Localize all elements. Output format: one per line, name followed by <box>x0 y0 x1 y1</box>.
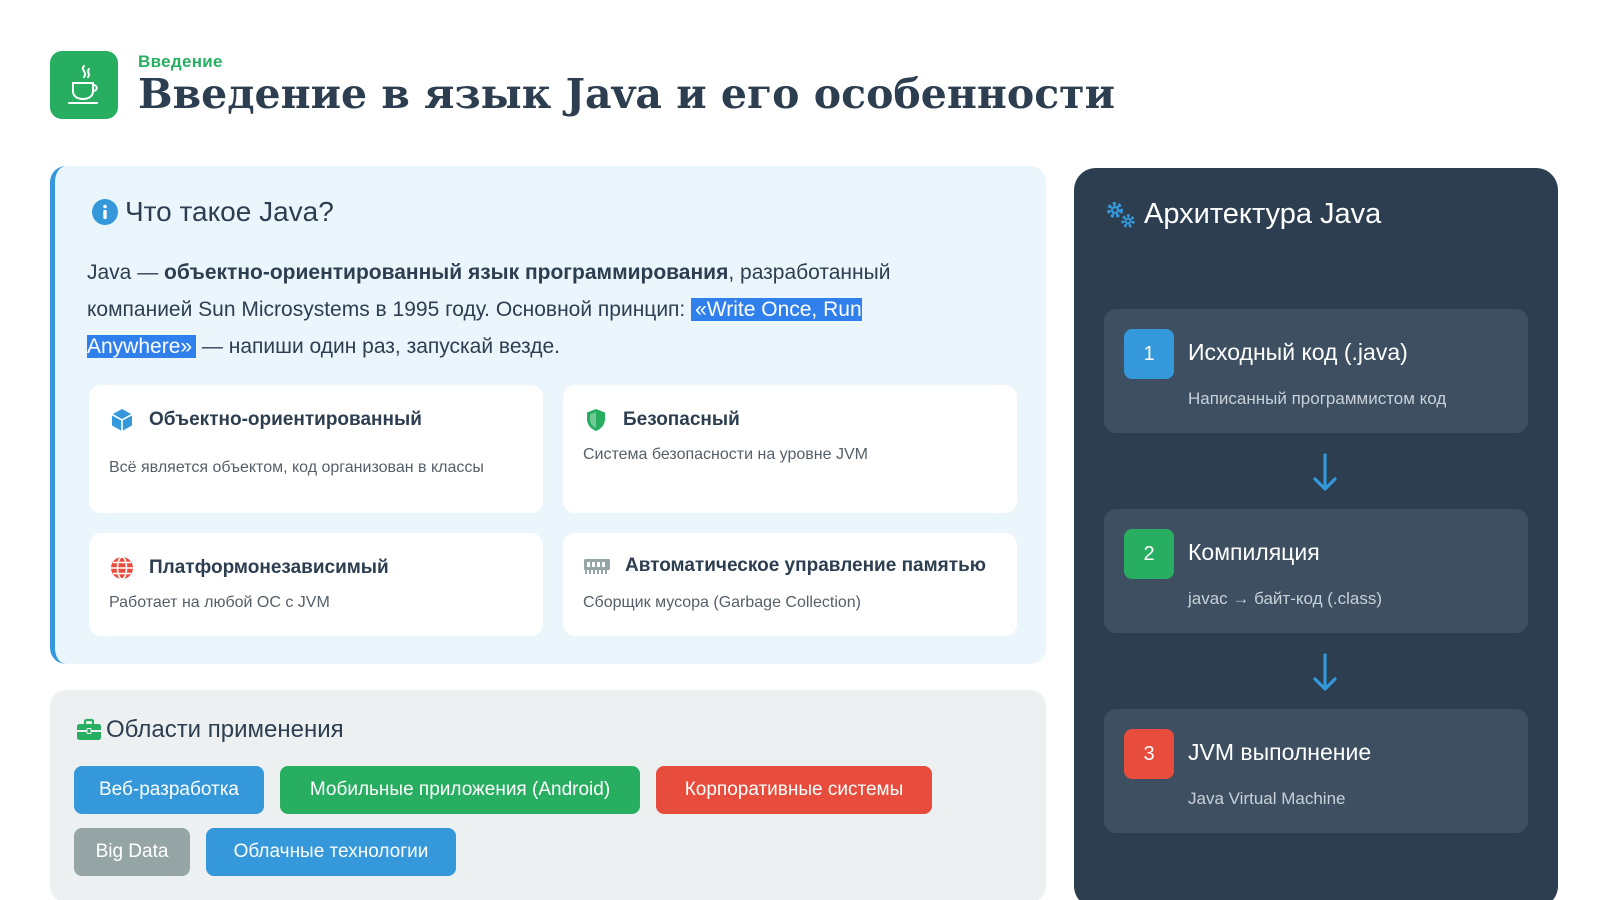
feature-card-platform: Платформонезависимый Работает на любой О… <box>89 533 543 636</box>
feature-card-memory: Автоматическое управление памятью Сборщи… <box>563 533 1017 636</box>
step-number-badge: 2 <box>1124 529 1174 579</box>
intro-heading-label: Что такое Java? <box>125 196 334 227</box>
intro-text-suffix: — напиши один раз, запускай везде. <box>196 335 560 358</box>
feature-title: Объектно-ориентированный <box>109 407 422 433</box>
architecture-panel: Архитектура Java 1 Исходный код (.java) … <box>1074 168 1558 900</box>
feature-title: Платформонезависимый <box>109 555 389 581</box>
tag-web: Веб-разработка <box>74 766 264 814</box>
step-number-badge: 1 <box>1124 329 1174 379</box>
feature-title-label: Объектно-ориентированный <box>149 409 422 430</box>
intro-panel: Что такое Java? Java — объектно-ориентир… <box>50 166 1046 664</box>
header-kicker: Введение <box>138 52 223 71</box>
briefcase-icon <box>77 718 101 740</box>
feature-desc: Всё является объектом, код организован в… <box>109 459 484 476</box>
java-cup-icon <box>68 65 98 104</box>
shield-icon <box>587 409 605 431</box>
arrow-down-icon <box>1313 453 1337 491</box>
step-number-badge: 3 <box>1124 729 1174 779</box>
architecture-step-source: 1 Исходный код (.java) Написанный програ… <box>1104 309 1528 433</box>
step-desc: Java Virtual Machine <box>1188 789 1346 808</box>
intro-heading: Что такое Java? <box>91 196 334 228</box>
step-title: Исходный код (.java) <box>1188 339 1408 365</box>
architecture-heading: Архитектура Java <box>1104 198 1381 231</box>
intro-text-bold: объектно-ориентированный язык программир… <box>164 261 729 284</box>
step-title: Компиляция <box>1188 539 1320 565</box>
feature-desc: Работает на любой ОС с JVM <box>109 594 330 611</box>
step-desc: javac → байт-код (.class) <box>1188 589 1383 608</box>
globe-icon <box>111 556 133 580</box>
feature-title: Безопасный <box>583 407 740 433</box>
intro-text: Java — объектно-ориентированный язык про… <box>87 254 967 365</box>
tag-cloud: Облачные технологии <box>206 828 456 876</box>
header-logo <box>50 51 118 119</box>
feature-card-oop: Объектно-ориентированный Всё является об… <box>89 385 543 513</box>
applications-heading: Области применения <box>76 716 344 744</box>
feature-desc: Сборщик мусора (Garbage Collection) <box>583 594 862 611</box>
feature-title-label: Автоматическое управление памятью <box>625 555 986 576</box>
architecture-step-jvm: 3 JVM выполнение Java Virtual Machine <box>1104 709 1528 833</box>
memory-icon <box>584 559 610 574</box>
intro-text-prefix: Java — <box>87 261 165 284</box>
tag-mobile: Мобильные приложения (Android) <box>280 766 640 814</box>
page-title: Введение в язык Java и его особенности <box>138 70 1115 118</box>
step-desc: Написанный программистом код <box>1188 389 1447 408</box>
info-icon <box>92 199 118 225</box>
feature-card-secure: Безопасный Система безопасности на уровн… <box>563 385 1017 513</box>
applications-panel: Области применения Веб-разработка Мобиль… <box>50 690 1046 900</box>
tag-big-data: Big Data <box>74 828 190 876</box>
feature-desc: Система безопасности на уровне JVM <box>583 446 868 463</box>
arrow-down-icon <box>1313 653 1337 691</box>
tag-enterprise: Корпоративные системы <box>656 766 932 814</box>
architecture-heading-label: Архитектура Java <box>1144 198 1382 230</box>
gears-icon <box>1107 201 1135 228</box>
feature-title: Автоматическое управление памятью <box>583 555 986 577</box>
applications-heading-label: Области применения <box>106 716 344 743</box>
feature-title-label: Платформонезависимый <box>149 557 389 578</box>
feature-title-label: Безопасный <box>623 409 740 430</box>
architecture-step-compile: 2 Компиляция javac → байт-код (.class) <box>1104 509 1528 633</box>
step-title: JVM выполнение <box>1188 739 1372 765</box>
cube-icon <box>111 409 133 431</box>
